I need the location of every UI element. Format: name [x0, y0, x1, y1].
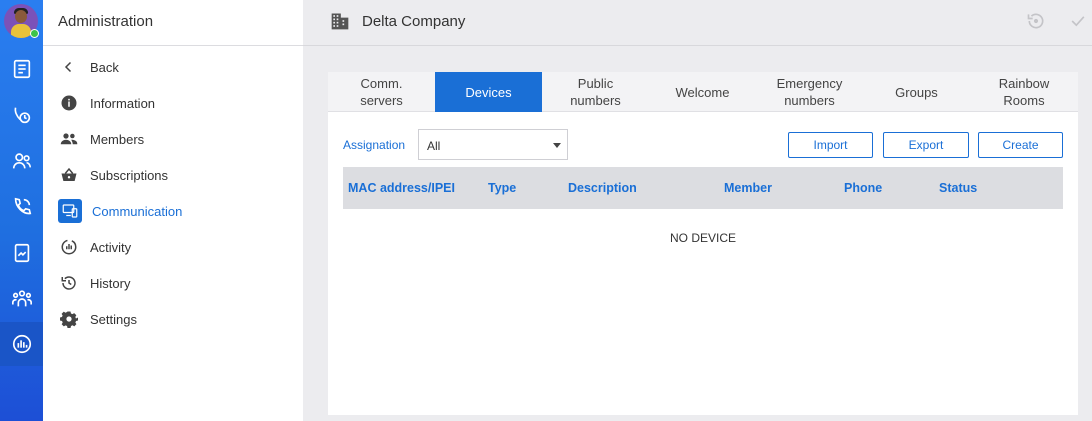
- sidebar-item-label: Subscriptions: [90, 167, 169, 183]
- sidebar-item-members[interactable]: Members: [58, 127, 144, 151]
- assignation-label: Assignation: [343, 138, 406, 152]
- table-header: MAC address/IPEI Type Description Member…: [343, 167, 1063, 209]
- empty-state-text: NO DEVICE: [669, 231, 736, 245]
- tab-label: Public numbers: [570, 76, 621, 108]
- groups-icon: [11, 290, 32, 307]
- create-button[interactable]: Create: [978, 132, 1063, 158]
- history-icon: [58, 272, 80, 294]
- tab-comm-servers[interactable]: Comm. servers: [328, 72, 435, 112]
- chevron-left-icon: [58, 56, 80, 78]
- column-header-status[interactable]: Status: [939, 181, 977, 195]
- info-icon: [58, 92, 80, 114]
- rail-contacts-button[interactable]: [0, 139, 43, 183]
- column-header-type[interactable]: Type: [488, 181, 516, 195]
- news-icon: [13, 59, 30, 79]
- rail-files-button[interactable]: [0, 231, 43, 275]
- sidebar-item-back[interactable]: Back: [58, 55, 119, 79]
- phone-icon: [14, 197, 31, 215]
- tab-welcome[interactable]: Welcome: [649, 72, 756, 112]
- restore-icon[interactable]: [1026, 11, 1046, 31]
- column-header-description[interactable]: Description: [568, 181, 637, 195]
- building-icon: [331, 13, 349, 30]
- tab-rainbow-rooms[interactable]: Rainbow Rooms: [970, 72, 1078, 112]
- tab-label: Welcome: [675, 84, 730, 100]
- rail-groups-button[interactable]: [0, 277, 43, 321]
- activity-icon: [58, 236, 80, 258]
- rail-calls-button[interactable]: [0, 93, 43, 137]
- sidebar-item-information[interactable]: Information: [58, 91, 155, 115]
- sidebar-item-communication[interactable]: Communication: [58, 199, 182, 223]
- sidebar-item-label: Information: [90, 95, 156, 111]
- sidebar-item-label: Activity: [90, 239, 132, 255]
- tab-label: Devices: [465, 84, 512, 100]
- sidebar-item-activity[interactable]: Activity: [58, 235, 131, 259]
- tab-groups[interactable]: Groups: [863, 72, 970, 112]
- contacts-icon: [12, 153, 31, 169]
- dashboard-icon: [12, 334, 31, 354]
- tab-label: Groups: [895, 84, 938, 100]
- communication-icon: [58, 199, 82, 223]
- devices-panel: Comm. servers Devices Public numbers Wel…: [328, 72, 1078, 415]
- tab-public-numbers[interactable]: Public numbers: [542, 72, 649, 112]
- assignation-select[interactable]: All: [418, 129, 568, 160]
- page-header: Delta Company: [303, 0, 1092, 46]
- gear-icon: [58, 308, 80, 330]
- tab-label: Rainbow Rooms: [998, 76, 1050, 108]
- sidebar-item-label: Settings: [90, 311, 137, 327]
- check-icon[interactable]: [1068, 11, 1088, 31]
- column-header-phone[interactable]: Phone: [844, 181, 882, 195]
- sidebar-item-label: Members: [90, 131, 145, 147]
- sidebar-item-label: Back: [90, 59, 119, 75]
- app-rail: [0, 0, 43, 421]
- members-icon: [58, 128, 80, 150]
- import-button[interactable]: Import: [788, 132, 873, 158]
- document-icon: [14, 243, 29, 263]
- tab-devices[interactable]: Devices: [435, 72, 542, 112]
- sidebar-item-label: Communication: [92, 203, 183, 219]
- tab-emergency-numbers[interactable]: Emergency numbers: [756, 72, 863, 112]
- assignation-value: All: [427, 139, 441, 153]
- column-header-mac[interactable]: MAC address/IPEI: [348, 181, 455, 195]
- rail-news-button[interactable]: [0, 47, 43, 91]
- sidebar-item-label: History: [90, 275, 131, 291]
- caret-down-icon: [553, 143, 561, 148]
- sidebar-item-history[interactable]: History: [58, 271, 130, 295]
- admin-sidebar: Administration Back Information Members …: [43, 0, 303, 421]
- sidebar-divider: [43, 45, 303, 46]
- phone-clock-icon: [14, 107, 30, 124]
- basket-icon: [58, 164, 80, 186]
- tab-label: Emergency numbers: [776, 76, 843, 108]
- export-button[interactable]: Export: [883, 132, 969, 158]
- tab-bar: Comm. servers Devices Public numbers Wel…: [328, 72, 1078, 112]
- column-header-member[interactable]: Member: [724, 181, 772, 195]
- presence-indicator: [30, 29, 39, 38]
- sidebar-item-subscriptions[interactable]: Subscriptions: [58, 163, 168, 187]
- rail-phone-button[interactable]: [0, 185, 43, 229]
- rail-admin-button[interactable]: [0, 322, 43, 366]
- tab-label: Comm. servers: [360, 76, 403, 108]
- page-title: Delta Company: [362, 13, 466, 30]
- sidebar-item-settings[interactable]: Settings: [58, 307, 137, 331]
- sidebar-title: Administration: [58, 13, 154, 30]
